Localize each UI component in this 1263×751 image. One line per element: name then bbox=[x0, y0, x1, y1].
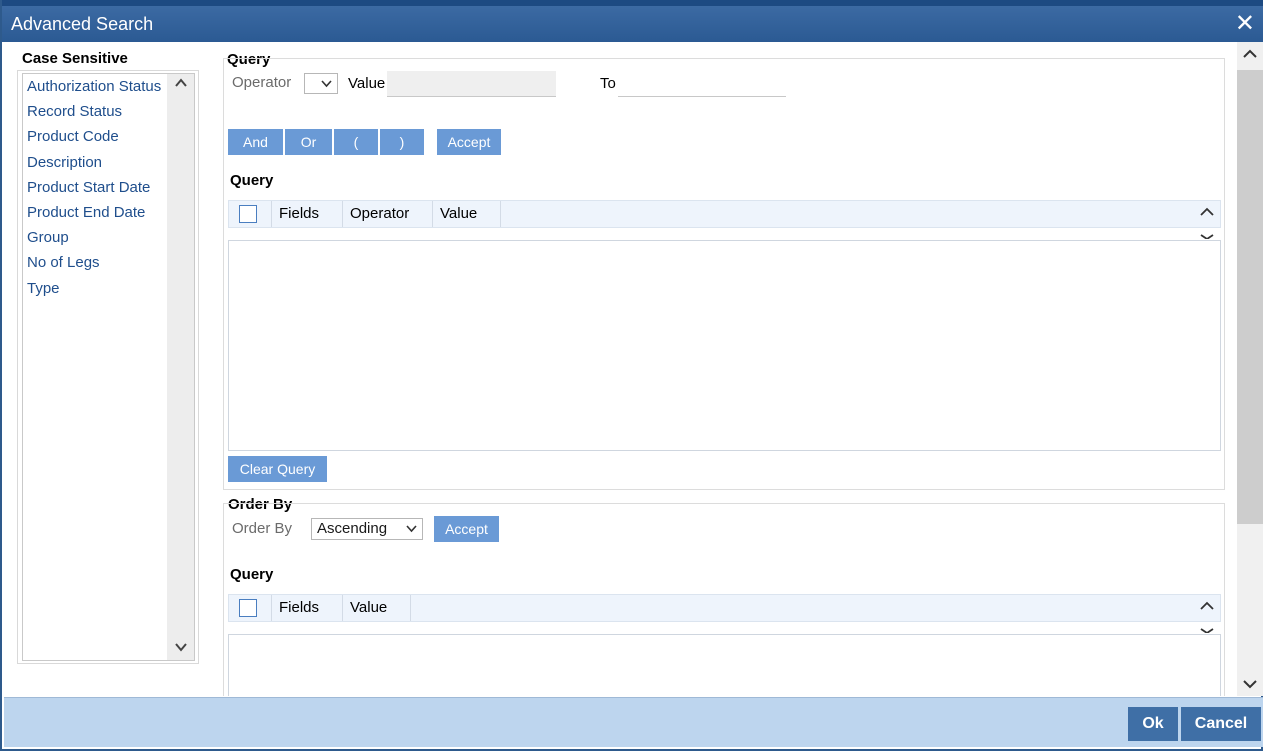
chevron-up-icon bbox=[1200, 207, 1214, 216]
order-select-all-checkbox[interactable] bbox=[239, 599, 257, 617]
chevron-up-icon bbox=[1200, 601, 1214, 610]
field-item-description[interactable]: Description bbox=[27, 152, 161, 177]
order-column-header-fields[interactable]: Fields bbox=[272, 595, 343, 621]
operator-select[interactable] bbox=[304, 73, 338, 94]
case-sensitive-header: Case Sensitive bbox=[22, 50, 128, 67]
close-icon[interactable]: ✕ bbox=[1235, 10, 1255, 38]
select-all-cell bbox=[229, 201, 272, 227]
main-panel: Query Operator Value To And Or ( ) Accep… bbox=[223, 48, 1236, 696]
chevron-down-icon bbox=[1200, 234, 1214, 241]
field-list-scrollbar[interactable] bbox=[167, 74, 194, 660]
order-select-all-cell bbox=[229, 595, 272, 621]
advanced-search-dialog: Advanced Search ✕ Case Sensitive Authori… bbox=[0, 0, 1263, 751]
value-input[interactable] bbox=[387, 71, 556, 97]
query-grid-scroll[interactable] bbox=[1196, 203, 1218, 243]
order-by-select[interactable]: Ascending bbox=[311, 518, 423, 540]
dialog-scrollbar[interactable] bbox=[1237, 42, 1263, 696]
order-by-value: Ascending bbox=[317, 520, 388, 537]
to-label: To bbox=[600, 75, 616, 92]
chevron-down-icon bbox=[321, 75, 332, 94]
field-item-group[interactable]: Group bbox=[27, 227, 161, 252]
value-label: Value bbox=[348, 75, 386, 92]
chevron-down-icon[interactable] bbox=[172, 640, 190, 658]
close-paren-button[interactable]: ) bbox=[380, 129, 425, 155]
field-item-type[interactable]: Type bbox=[27, 278, 161, 303]
title-bar: Advanced Search ✕ bbox=[2, 0, 1263, 42]
scrollbar-thumb[interactable] bbox=[1237, 70, 1263, 524]
query-accept-button[interactable]: Accept bbox=[437, 129, 502, 155]
chevron-up-icon[interactable] bbox=[172, 76, 190, 94]
chevron-down-icon bbox=[1200, 628, 1214, 635]
order-grid-header: Fields Value bbox=[228, 594, 1221, 622]
clear-query-button[interactable]: Clear Query bbox=[228, 456, 328, 482]
field-item-product-code[interactable]: Product Code bbox=[27, 126, 161, 151]
column-header-fields[interactable]: Fields bbox=[272, 201, 343, 227]
field-item-authorization-status[interactable]: Authorization Status bbox=[27, 76, 161, 101]
to-input[interactable] bbox=[618, 71, 786, 97]
select-all-checkbox[interactable] bbox=[239, 205, 257, 223]
field-item-record-status[interactable]: Record Status bbox=[27, 101, 161, 126]
field-item-product-end-date[interactable]: Product End Date bbox=[27, 202, 161, 227]
order-by-label: Order By bbox=[232, 520, 293, 537]
chevron-down-icon bbox=[406, 520, 417, 539]
field-list: Authorization Status Record Status Produ… bbox=[27, 76, 161, 303]
order-column-header-value[interactable]: Value bbox=[343, 595, 411, 621]
query-grid-body bbox=[228, 240, 1221, 451]
order-grid-body bbox=[228, 634, 1221, 696]
column-header-operator[interactable]: Operator bbox=[343, 201, 433, 227]
column-header-value[interactable]: Value bbox=[433, 201, 501, 227]
order-grid-scroll[interactable] bbox=[1196, 597, 1218, 637]
and-button[interactable]: And bbox=[228, 129, 284, 155]
chevron-down-icon[interactable] bbox=[1241, 676, 1259, 694]
query-grid-header: Fields Operator Value bbox=[228, 200, 1221, 228]
or-button[interactable]: Or bbox=[285, 129, 333, 155]
open-paren-button[interactable]: ( bbox=[334, 129, 379, 155]
chevron-up-icon[interactable] bbox=[1241, 46, 1259, 64]
field-item-product-start-date[interactable]: Product Start Date bbox=[27, 177, 161, 202]
operator-label: Operator bbox=[232, 74, 292, 91]
field-list-panel: Authorization Status Record Status Produ… bbox=[22, 73, 195, 661]
ok-button[interactable]: Ok bbox=[1128, 707, 1178, 741]
dialog-title: Advanced Search bbox=[11, 14, 154, 34]
query-grid-title: Query bbox=[230, 172, 274, 189]
dialog-footer: Ok Cancel bbox=[4, 697, 1263, 747]
order-grid-title: Query bbox=[230, 566, 274, 583]
field-item-no-of-legs[interactable]: No of Legs bbox=[27, 252, 161, 277]
order-accept-button[interactable]: Accept bbox=[434, 516, 500, 542]
cancel-button[interactable]: Cancel bbox=[1181, 707, 1261, 741]
